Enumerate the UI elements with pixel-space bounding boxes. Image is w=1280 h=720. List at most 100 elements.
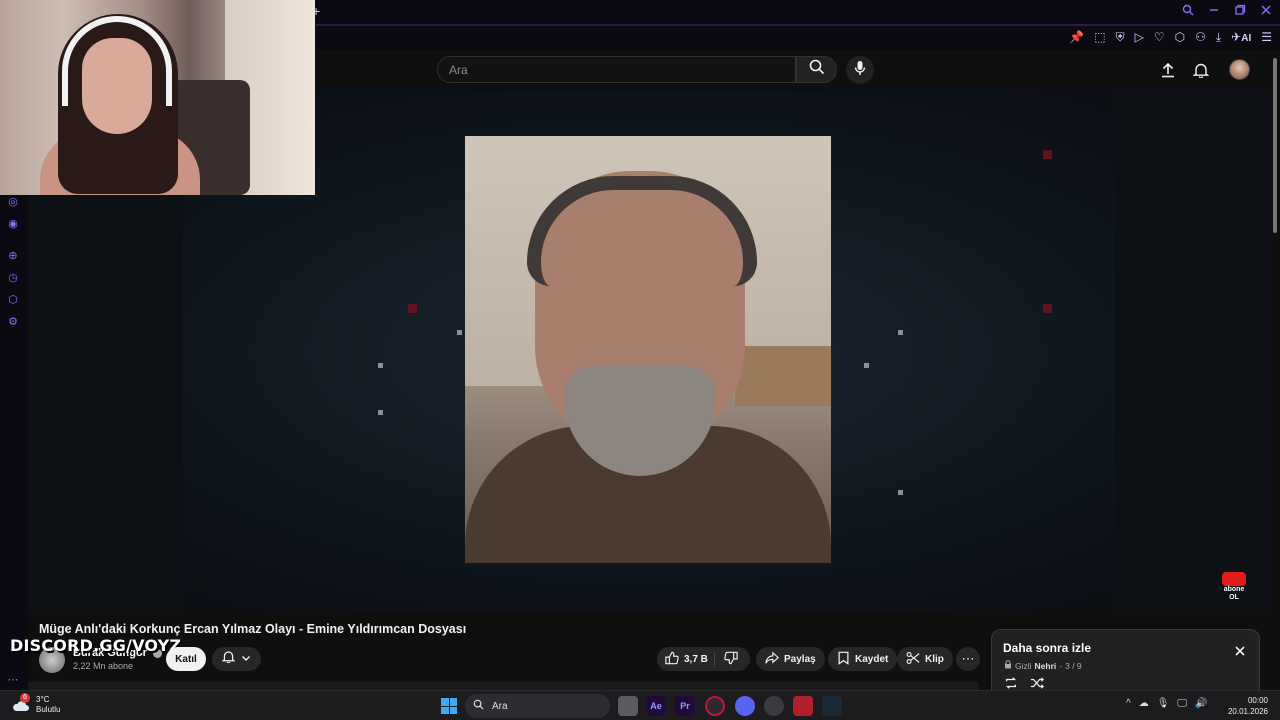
premiere-pro-icon[interactable]: Pr <box>675 696 695 716</box>
file-explorer-icon[interactable] <box>618 696 638 716</box>
download-icon[interactable]: ⤓ <box>1216 30 1221 45</box>
bell-icon[interactable] <box>1191 60 1211 80</box>
settings-icon[interactable]: ⚙ <box>6 315 20 329</box>
youtube-logo-icon <box>1222 572 1246 586</box>
playlist-privacy: Gizli <box>1015 660 1032 671</box>
webcam-overlay <box>0 0 315 195</box>
onedrive-icon[interactable]: ☁ <box>1139 698 1149 709</box>
extensions-sidebar-icon[interactable]: ⬡ <box>6 293 20 307</box>
extensions-icon[interactable]: ⬡ <box>1175 30 1185 45</box>
search-placeholder: Ara <box>449 63 468 77</box>
particle <box>457 330 462 335</box>
bookmark-icon <box>837 651 850 668</box>
clock-date: 20.01.2026 <box>1227 707 1268 716</box>
search-icon <box>809 59 825 80</box>
system-clock[interactable]: 00:00 20.01.2026 <box>1228 695 1268 717</box>
horizontal-scroll-track[interactable] <box>28 682 978 690</box>
opera-gx-icon[interactable] <box>705 696 725 716</box>
close-icon[interactable] <box>1233 644 1247 658</box>
upload-icon[interactable] <box>1158 60 1178 80</box>
windows-start-icon[interactable] <box>441 698 457 714</box>
like-button[interactable]: 3,7 B <box>665 651 708 668</box>
thumbs-up-icon <box>665 651 679 668</box>
sidebar-more-icon[interactable]: ⋯ <box>6 673 20 687</box>
particle <box>898 490 903 495</box>
playlist-title[interactable]: Daha sonra izle <box>1003 641 1091 655</box>
discord-overlay-text: DISCORD.GG/VOYZ <box>10 636 182 655</box>
search-button[interactable] <box>796 56 837 83</box>
play-icon[interactable]: ▷ <box>1135 30 1144 45</box>
playlist-meta: Gizli Nehri - 3 / 9 <box>1004 660 1082 671</box>
share-icon <box>765 650 779 668</box>
weather-temperature: 3°C <box>36 695 50 704</box>
particle <box>1043 304 1052 313</box>
dislike-button[interactable] <box>724 651 738 670</box>
app-icon[interactable] <box>764 696 784 716</box>
notification-settings-button[interactable] <box>212 647 261 671</box>
playlist-owner[interactable]: Nehri <box>1035 661 1057 671</box>
add-icon[interactable]: ⊕ <box>6 249 20 263</box>
like-dislike-group: 3,7 B <box>657 647 750 671</box>
heart-icon[interactable]: ♡ <box>1154 30 1165 45</box>
join-button[interactable]: Katıl <box>166 647 206 671</box>
browser-toolbar: 📌 ⬚ ⛨ ▷ ♡ ⬡ ⚇ ⤓ ✈AI ☰ <box>316 26 1280 50</box>
browser-sidebar: ◎ ◉ ⊕ ◷ ⬡ ⚙ ⋯ <box>0 195 28 690</box>
chevron-up-icon[interactable]: ^ <box>1126 698 1131 709</box>
taskbar-search[interactable]: Ara <box>465 694 610 718</box>
particle <box>898 330 903 335</box>
video-thumbnail-portrait <box>465 136 831 563</box>
toolbar-icons: 📌 ⬚ ⛨ ▷ ♡ ⬡ ⚇ ⤓ ✈AI ☰ <box>1069 30 1272 45</box>
search-tabs-icon[interactable] <box>1182 4 1194 19</box>
instagram-icon[interactable]: ◎ <box>6 195 20 209</box>
save-button[interactable]: Kaydet <box>828 647 898 671</box>
particle <box>1043 150 1052 159</box>
search-icon <box>473 699 484 713</box>
steam-icon[interactable] <box>822 696 842 716</box>
cloud-icon: 6 <box>12 693 30 711</box>
share-button[interactable]: Paylaş <box>756 647 825 671</box>
ai-button[interactable]: ✈AI <box>1231 30 1251 45</box>
system-tray: ^ ☁ 🎙 🖵 🔊 <box>1126 698 1208 709</box>
restore-icon[interactable] <box>1234 4 1246 19</box>
voice-search-button[interactable] <box>846 56 874 84</box>
scrollbar-thumb[interactable] <box>1273 58 1277 233</box>
windows-taskbar: 6 3°C Bulutlu Ara Ae Pr ^ ☁ 🎙 🖵 🔊 00:00 … <box>0 690 1280 720</box>
like-count: 3,7 B <box>684 654 708 665</box>
weather-badge: 6 <box>20 693 30 703</box>
watch-later-panel: Daha sonra izle Gizli Nehri - 3 / 9 <box>991 629 1260 691</box>
window-controls <box>1182 4 1272 19</box>
discord-icon[interactable] <box>735 696 755 716</box>
clip-button[interactable]: Klip <box>897 647 953 671</box>
menu-icon[interactable]: ☰ <box>1261 30 1272 45</box>
particle <box>864 363 869 368</box>
weather-widget[interactable]: 6 3°C Bulutlu <box>12 693 61 715</box>
snapshot-icon[interactable]: ⬚ <box>1094 30 1105 45</box>
particle <box>378 410 383 415</box>
bell-icon <box>221 650 236 668</box>
search-input[interactable]: Ara <box>437 56 796 83</box>
thumbs-down-icon <box>724 651 738 669</box>
page-scrollbar[interactable] <box>1270 50 1280 690</box>
volume-icon[interactable]: 🔊 <box>1195 698 1207 709</box>
more-actions-button[interactable]: ⋯ <box>956 647 980 671</box>
account-avatar[interactable] <box>1229 59 1250 80</box>
discord-icon[interactable]: ◉ <box>6 217 20 231</box>
microphone-icon[interactable]: 🎙 <box>1157 698 1170 709</box>
subscriber-count: 2,22 Mn abone <box>73 661 134 671</box>
lock-icon <box>1004 660 1012 671</box>
scissors-icon <box>906 651 920 668</box>
playlist-position: 3 / 9 <box>1065 660 1082 671</box>
network-icon[interactable]: 🖵 <box>1177 698 1187 709</box>
player-right-background <box>1115 90 1270 612</box>
account-icon[interactable]: ⚇ <box>1195 30 1206 45</box>
shield-icon[interactable]: ⛨ <box>1116 30 1125 45</box>
after-effects-icon[interactable]: Ae <box>646 696 666 716</box>
subscribe-watermark[interactable]: abone OL <box>1220 572 1248 601</box>
minimize-icon[interactable] <box>1208 4 1220 19</box>
obs-replay-icon[interactable] <box>793 696 813 716</box>
pin-icon[interactable]: 📌 <box>1069 30 1084 45</box>
weather-description: Bulutlu <box>36 705 61 714</box>
history-icon[interactable]: ◷ <box>6 271 20 285</box>
close-window-icon[interactable] <box>1260 4 1272 19</box>
video-title: Müge Anlı'daki Korkunç Ercan Yılmaz Olay… <box>39 622 467 636</box>
